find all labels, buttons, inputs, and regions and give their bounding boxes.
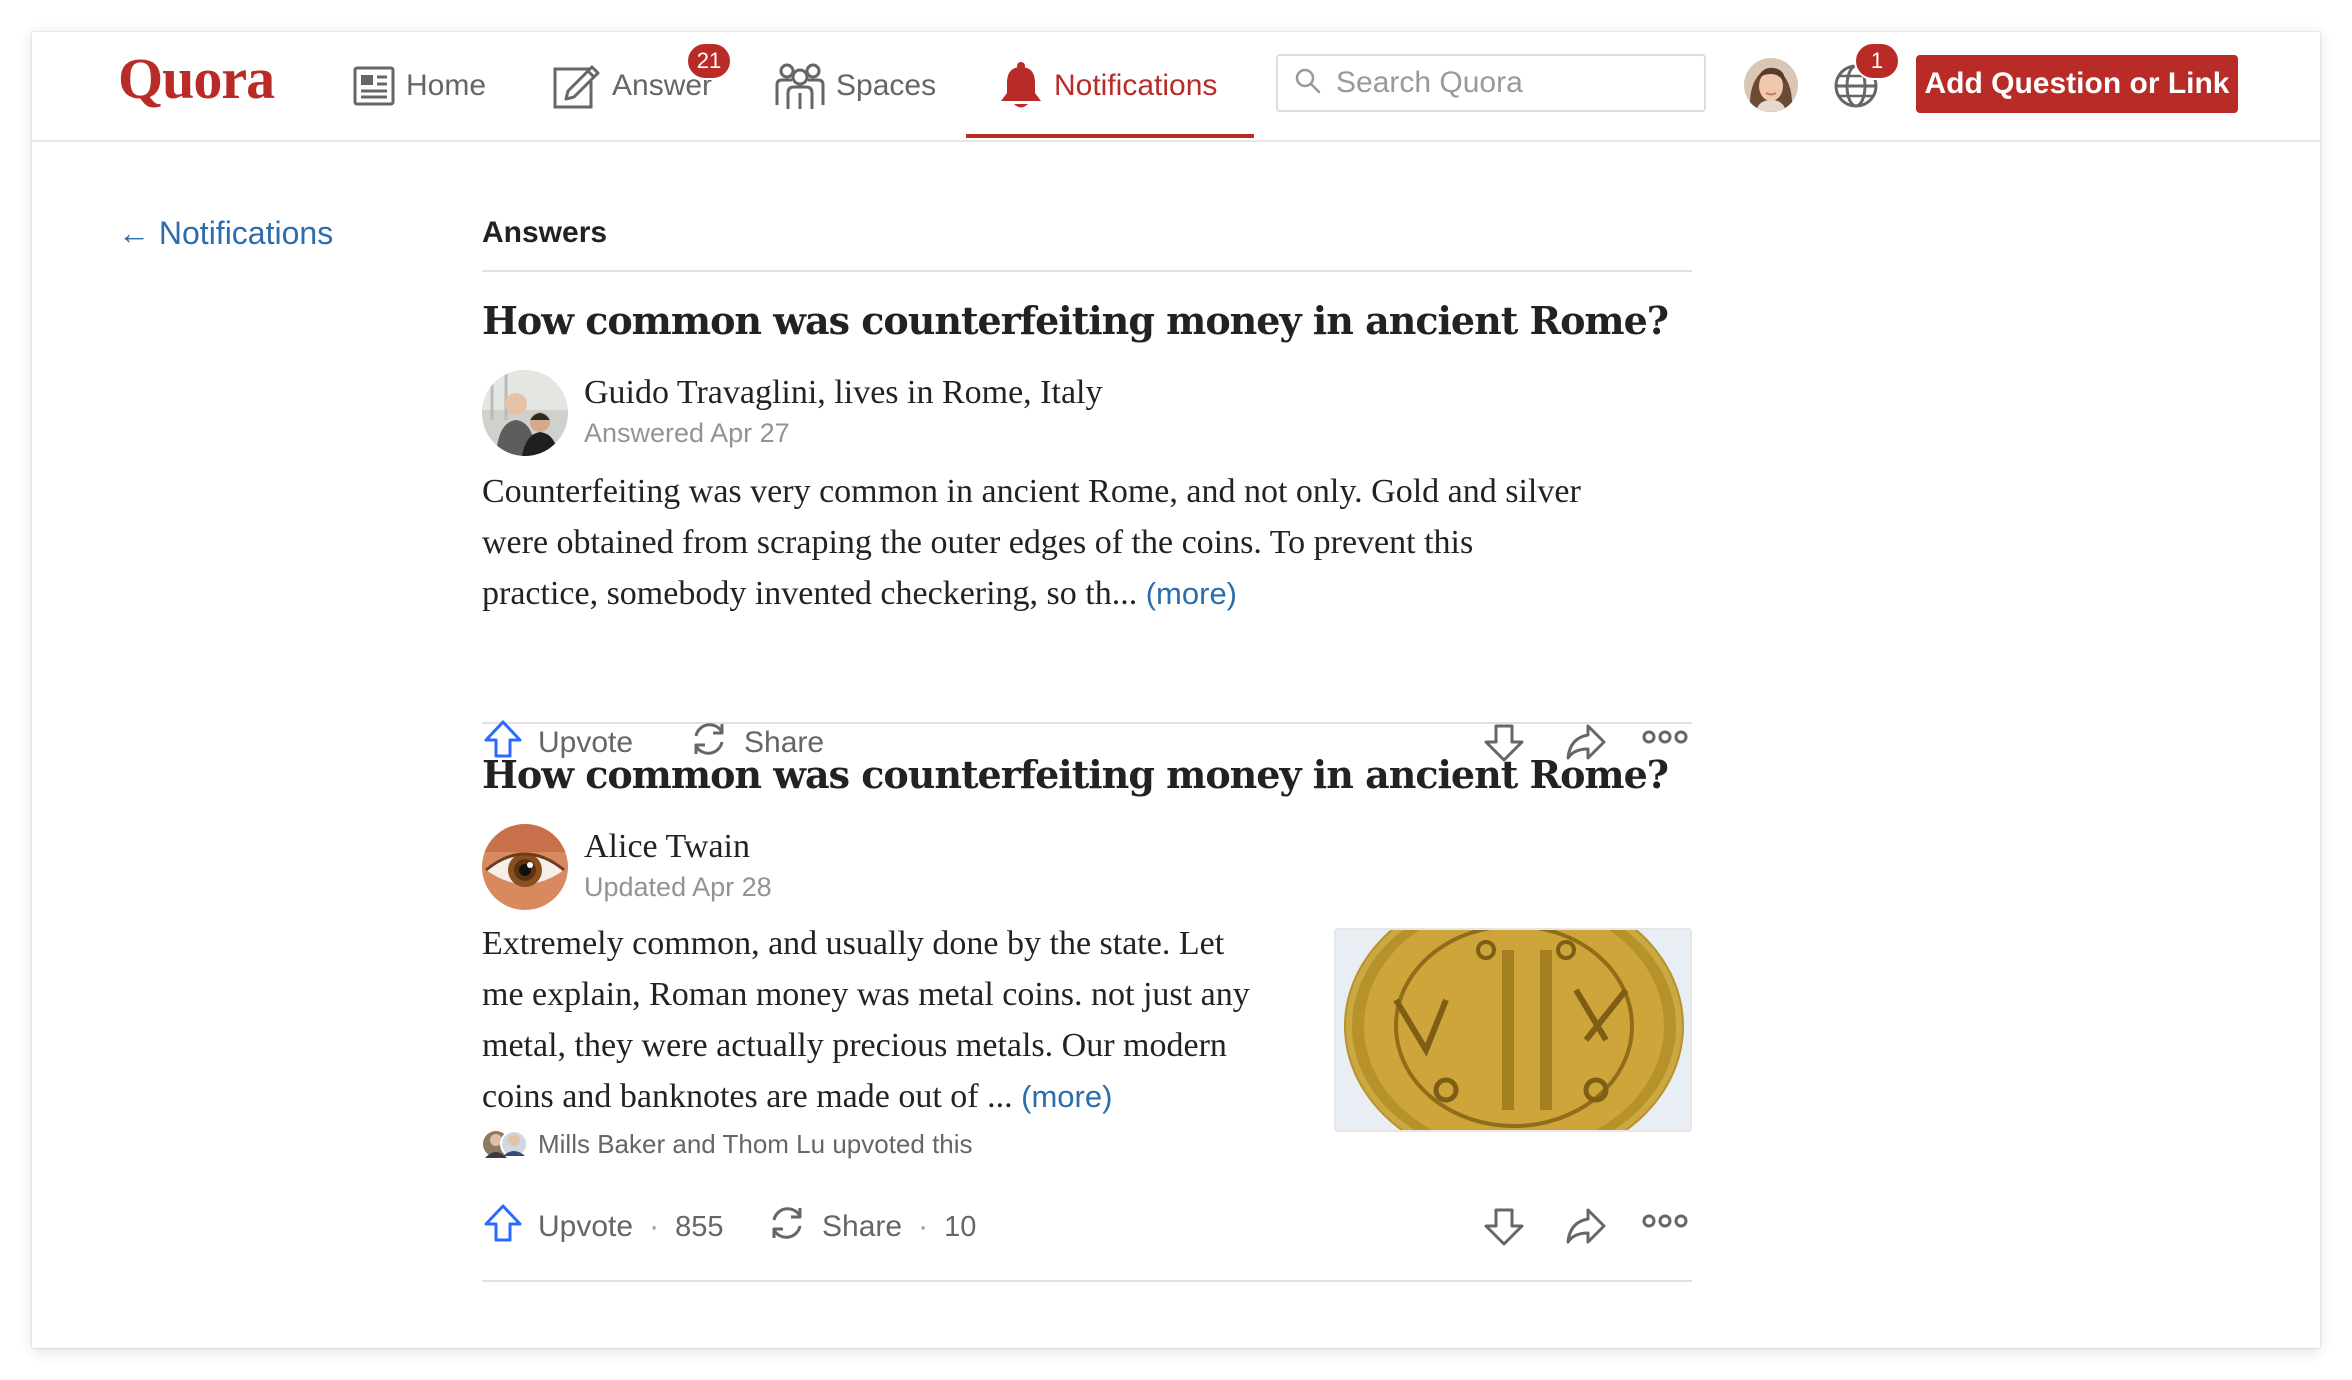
top-navbar: Quora Home Answer 21 Spaces Notification… [32, 32, 2320, 142]
notifications-feed: Answers How common was counterfeiting mo… [482, 208, 1692, 1282]
share-button[interactable]: Share · 10 [766, 1202, 976, 1252]
search-icon [1294, 67, 1322, 100]
answer-date[interactable]: Updated Apr 28 [584, 872, 772, 903]
nav-notifications-label: Notifications [1054, 69, 1218, 102]
profile-avatar[interactable] [1744, 58, 1798, 112]
answer-card: How common was counterfeiting money in a… [482, 272, 1692, 762]
answer-line: Counterfeiting was very common in ancien… [482, 473, 1581, 510]
section-title: Answers [482, 216, 1692, 272]
app-window: Quora Home Answer 21 Spaces Notification… [32, 32, 2320, 1348]
spaces-people-icon [774, 61, 826, 111]
author-avatar[interactable] [482, 824, 568, 910]
more-link[interactable]: (more) [1146, 576, 1237, 611]
answer-line: practice, somebody invented checkering, … [482, 568, 1692, 619]
answer-line: metal, they were actually precious metal… [482, 1027, 1227, 1064]
nav-notifications[interactable]: Notifications [998, 56, 1217, 116]
more-link[interactable]: (more) [1021, 1079, 1112, 1114]
answer-date[interactable]: Answered Apr 27 [584, 418, 790, 449]
answer-line: me explain, Roman money was metal coins.… [482, 976, 1250, 1013]
upvoted-by-text[interactable]: Mills Baker and Thom Lu upvoted this [538, 1129, 973, 1160]
language-badge: 1 [1854, 42, 1900, 80]
answer-card: How common was counterfeiting money in a… [482, 724, 1692, 1282]
quora-logo[interactable]: Quora [118, 50, 275, 108]
nav-spaces-label: Spaces [836, 69, 937, 102]
share-cycle-icon [766, 1202, 808, 1252]
question-title[interactable]: How common was counterfeiting money in a… [482, 298, 1669, 343]
author-name[interactable]: Alice Twain [584, 828, 750, 866]
forward-arrow-icon [1564, 1208, 1608, 1252]
separator-dot: · [918, 1210, 929, 1243]
home-feed-icon [352, 64, 396, 108]
answer-count-badge: 21 [686, 42, 732, 80]
action-bar: Upvote · 855 Share · 10 [482, 1190, 1692, 1266]
answer-line: Extremely common, and usually done by th… [482, 925, 1225, 962]
separator-dot: · [649, 1210, 660, 1243]
answer-thumbnail[interactable] [1334, 928, 1692, 1132]
upvote-button[interactable]: Upvote · 855 [482, 1202, 723, 1252]
add-question-button[interactable]: Add Question or Link [1916, 55, 2238, 113]
answer-pencil-icon [552, 61, 602, 111]
share-label: Share [822, 1210, 903, 1243]
upvoters-row: Mills Baker and Thom Lu upvoted this [482, 1118, 973, 1170]
upvote-count: 855 [675, 1210, 724, 1243]
downvote-arrow-icon [1482, 1208, 1526, 1252]
upvote-arrow-icon [482, 1202, 524, 1252]
answer-preview[interactable]: Counterfeiting was very common in ancien… [482, 466, 1692, 619]
author-row: Alice Twain Updated Apr 28 [482, 824, 1692, 916]
upvoter-avatars[interactable] [482, 1124, 530, 1164]
nav-home-label: Home [406, 69, 487, 102]
author-row: Guido Travaglini, lives in Rome, Italy A… [482, 370, 1692, 462]
answer-line-text: coins and banknotes are made out of ... [482, 1078, 1013, 1115]
search-box[interactable] [1276, 54, 1706, 112]
share-count: 10 [944, 1210, 977, 1243]
language-switcher[interactable]: 1 [1832, 42, 1900, 115]
nav-answer[interactable]: Answer 21 [552, 42, 732, 116]
globe-icon [1832, 64, 1880, 114]
nav-spaces[interactable]: Spaces [774, 56, 936, 116]
search-input[interactable] [1334, 65, 1678, 101]
nav-home[interactable]: Home [352, 56, 486, 116]
ellipsis-icon [1642, 1214, 1688, 1234]
bell-icon [998, 61, 1044, 111]
author-avatar[interactable] [482, 370, 568, 456]
back-to-notifications-link[interactable]: ← Notifications [118, 215, 333, 252]
author-name[interactable]: Guido Travaglini, lives in Rome, Italy [584, 374, 1102, 412]
downvote-button[interactable] [1482, 1206, 1526, 1253]
more-options-button[interactable] [1642, 1212, 1688, 1235]
answer-line-text: practice, somebody invented checkering, … [482, 575, 1138, 612]
upvote-label: Upvote [538, 1210, 634, 1243]
question-title[interactable]: How common was counterfeiting money in a… [482, 752, 1669, 797]
answer-preview[interactable]: Extremely common, and usually done by th… [482, 918, 1322, 1122]
answer-line: coins and banknotes are made out of ... … [482, 1071, 1322, 1122]
active-tab-indicator [966, 134, 1254, 138]
answer-line: were obtained from scraping the outer ed… [482, 524, 1474, 561]
forward-button[interactable] [1564, 1206, 1608, 1253]
